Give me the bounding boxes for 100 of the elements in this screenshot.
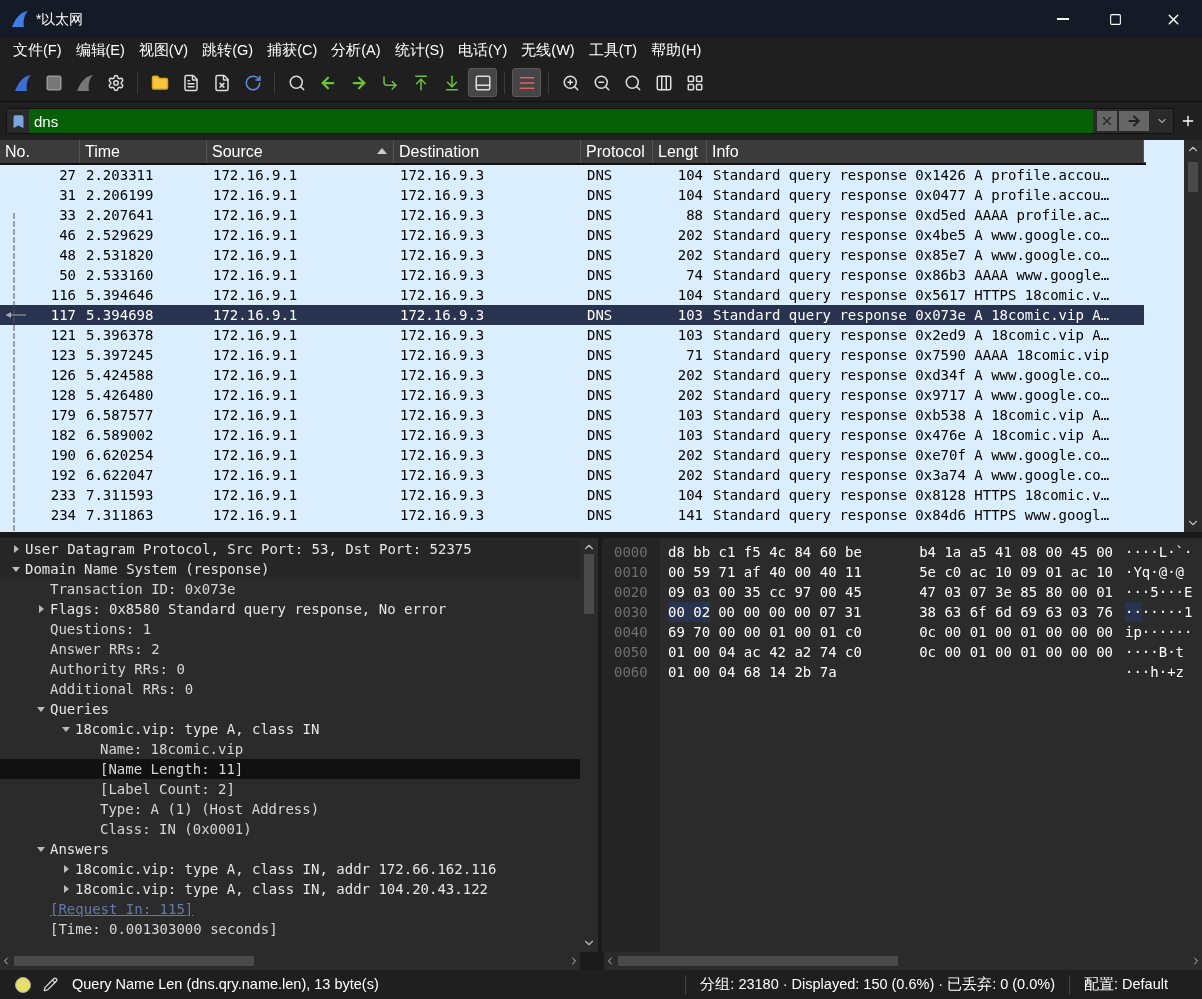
pencil-icon[interactable] [43, 977, 58, 992]
table-cell-text: 172.16.9.1 [212, 505, 299, 525]
highlighted-bytes[interactable]: 00 02 [668, 602, 711, 622]
tree-text[interactable]: 18comic.vip: type A, class IN, addr 172.66.162.116 [75, 858, 497, 880]
column-header[interactable]: Time [80, 140, 207, 163]
menu-item[interactable]: 分析(A) [324, 40, 388, 62]
column-header[interactable]: Protocol [581, 140, 653, 163]
table-cell-text: 172.16.9.1 [212, 365, 299, 385]
column-header[interactable]: Destination [394, 140, 581, 163]
packet-row[interactable]: 123 5.397245 172.16.9.1 172.16.9.3 DNS 71 Standard query response 0x7590 AAAA 18comic.vip [0, 345, 1144, 365]
packet-row[interactable]: 48 2.531820 172.16.9.1 172.16.9.3 DNS 202 Standard query response 0x85e7 A www.google.co… [0, 245, 1144, 265]
tree-text[interactable]: 18comic.vip: type A, class IN [75, 718, 320, 740]
menu-item[interactable]: 帮助(H) [644, 40, 709, 62]
tree-row[interactable]: User Datagram Protocol, Src Port: 53, Dst Port: 52375 [0, 539, 580, 559]
table-cell-text: 172.16.9.1 [212, 185, 299, 205]
packet-row[interactable]: 117 5.394698 172.16.9.1 172.16.9.3 DNS 103 Standard query response 0x073e A 18comic.vip A… [0, 305, 1144, 325]
tree-row[interactable]: Questions: 1 [0, 619, 580, 639]
menu-item[interactable]: 跳转(G) [195, 40, 261, 62]
highlighted-ascii[interactable]: ·· [1125, 602, 1142, 622]
packet-row[interactable]: 50 2.533160 172.16.9.1 172.16.9.3 DNS 74 Standard query response 0x86b3 AAAA www.google… [0, 265, 1144, 285]
column-header[interactable]: Source [207, 140, 394, 163]
table-cell-text: 172.16.9.1 [212, 345, 299, 365]
packet-row[interactable]: 126 5.424588 172.16.9.1 172.16.9.3 DNS 202 Standard query response 0xd34f A www.google.co… [0, 365, 1144, 385]
tree-row[interactable]: Flags: 0x8580 Standard query response, No error [0, 599, 580, 619]
vertical-scrollbar[interactable] [1184, 140, 1202, 532]
tree-row[interactable]: [Time: 0.001303000 seconds] [0, 919, 580, 939]
packet-row[interactable]: 179 6.587577 172.16.9.1 172.16.9.3 DNS 103 Standard query response 0xb538 A 18comic.vip A… [0, 405, 1144, 425]
scroll-thumb[interactable] [14, 956, 254, 966]
menu-item[interactable]: 电话(Y) [450, 40, 515, 62]
tree-text: Questions: 1 [50, 619, 152, 639]
packet-row[interactable]: 33 2.207641 172.16.9.1 172.16.9.3 DNS 88 Standard query response 0xd5ed AAAA profile.ac… [0, 205, 1144, 225]
tree-row[interactable]: Class: IN (0x0001) [0, 819, 580, 839]
menu-item[interactable]: 编辑(E) [68, 40, 132, 62]
tree-text[interactable]: Domain Name System (response) [25, 558, 270, 580]
tree-text: Additional RRs: 0 [50, 679, 194, 699]
tree-text[interactable]: Answers [50, 838, 109, 860]
tree-row[interactable]: Queries [0, 699, 580, 719]
packet-row[interactable]: 182 6.589002 172.16.9.1 172.16.9.3 DNS 103 Standard query response 0x476e A 18comic.vip A… [0, 425, 1144, 445]
tree-text[interactable]: User Datagram Protocol, Src Port: 53, Dst Port: 52375 [25, 538, 472, 560]
tree-row[interactable]: Type: A (1) (Host Address) [0, 799, 580, 819]
packet-row[interactable]: 190 6.620254 172.16.9.1 172.16.9.3 DNS 202 Standard query response 0xe70f A www.google.co… [0, 445, 1144, 465]
menu-item[interactable]: 工具(T) [581, 40, 645, 62]
packet-row[interactable]: 192 6.622047 172.16.9.1 172.16.9.3 DNS 202 Standard query response 0x3a74 A www.google.co… [0, 465, 1144, 485]
colored-lines-button[interactable] [512, 68, 541, 97]
profile-label[interactable]: 配置: Default [1070, 973, 1202, 996]
column-header[interactable]: No. [0, 140, 80, 163]
packet-row[interactable]: 234 7.311863 172.16.9.1 172.16.9.3 DNS 141 Standard query response 0x84d6 HTTPS www.googl… [0, 505, 1144, 525]
table-cell-text: 172.16.9.1 [212, 325, 299, 345]
tree-text[interactable]: Flags: 0x8580 Standard query response, No error [50, 598, 447, 620]
tree-row[interactable]: Transaction ID: 0x073e [0, 579, 580, 599]
packet-row[interactable]: 121 5.396378 172.16.9.1 172.16.9.3 DNS 103 Standard query response 0x2ed9 A 18comic.vip A… [0, 325, 1144, 345]
tree-row[interactable]: Additional RRs: 0 [0, 679, 580, 699]
tree-row[interactable]: Domain Name System (response) [0, 559, 580, 579]
packet-row[interactable]: 233 7.311593 172.16.9.1 172.16.9.3 DNS 104 Standard query response 0x8128 HTTPS 18comic.v… [0, 485, 1144, 505]
column-header[interactable]: Lengt [653, 140, 707, 163]
menu-item[interactable]: 捕获(C) [260, 40, 325, 62]
tree-row[interactable]: Authority RRs: 0 [0, 659, 580, 679]
tree-row[interactable]: Name: 18comic.vip [0, 739, 580, 759]
tree-row[interactable]: 18comic.vip: type A, class IN, addr 104.20.43.122 [0, 879, 580, 899]
table-cell-text: 202 [676, 465, 704, 485]
vertical-scrollbar[interactable] [580, 538, 598, 952]
packet-row[interactable]: 46 2.529629 172.16.9.1 172.16.9.3 DNS 202 Standard query response 0x4be5 A www.google.co… [0, 225, 1144, 245]
table-cell-text: 172.16.9.1 [212, 245, 299, 265]
tree-text[interactable]: 18comic.vip: type A, class IN, addr 104.20.43.122 [75, 878, 488, 900]
tree-row[interactable]: [Name Length: 11] [0, 759, 580, 779]
tree-row[interactable]: 18comic.vip: type A, class IN, addr 172.66.162.116 [0, 859, 580, 879]
horizontal-scrollbar[interactable] [604, 952, 1202, 970]
table-cell-text: 5.424588 [85, 365, 155, 385]
scroll-thumb[interactable] [584, 554, 594, 614]
go-to-icon [380, 73, 399, 92]
tree-text[interactable]: Queries [50, 698, 109, 720]
table-cell-text: 74 [685, 265, 704, 285]
hex-offset: 0030 [613, 603, 649, 622]
packet-row[interactable]: 27 2.203311 172.16.9.1 172.16.9.3 DNS 104 Standard query response 0x1426 A profile.accou… [0, 165, 1144, 185]
packet-row[interactable]: 128 5.426480 172.16.9.1 172.16.9.3 DNS 202 Standard query response 0x9717 A www.google.co… [0, 385, 1144, 405]
expanded-triangle-icon[interactable] [35, 704, 46, 714]
menu-item[interactable]: 文件(F) [6, 40, 69, 62]
add-icon[interactable] [1180, 113, 1196, 129]
scroll-thumb[interactable] [1188, 162, 1198, 192]
table-cell-text: Standard query response 0x073e A 18comic.vip A… [712, 305, 1111, 325]
scroll-thumb[interactable] [618, 956, 898, 966]
menu-item[interactable]: 无线(W) [514, 40, 582, 62]
expanded-triangle-icon[interactable] [60, 724, 71, 734]
tree-row[interactable]: [Label Count: 2] [0, 779, 580, 799]
expanded-triangle-icon[interactable] [10, 564, 21, 574]
menu-item[interactable]: 统计(S) [387, 40, 451, 62]
panel-bottom-button[interactable] [468, 68, 497, 97]
tree-text: [Time: 0.001303000 seconds] [50, 919, 278, 939]
table-cell-text: 103 [676, 405, 704, 425]
packet-row[interactable]: 31 2.206199 172.16.9.1 172.16.9.3 DNS 104 Standard query response 0x0477 A profile.accou… [0, 185, 1144, 205]
packet-row[interactable]: 116 5.394646 172.16.9.1 172.16.9.3 DNS 104 Standard query response 0x5617 HTTPS 18comic.v… [0, 285, 1144, 305]
tree-row[interactable]: 18comic.vip: type A, class IN [0, 719, 580, 739]
packet-counts: 分组: 23180 · Displayed: 150 (0.6%) · 已丢弃: 0 (0.0%) [699, 974, 1056, 994]
expanded-triangle-icon[interactable] [35, 844, 46, 854]
tree-row[interactable]: Answer RRs: 2 [0, 639, 580, 659]
menu-item[interactable]: 视图(V) [131, 40, 196, 62]
tree-text: [Label Count: 2] [100, 779, 235, 799]
horizontal-scrollbar[interactable] [0, 952, 580, 970]
table-cell-text: 172.16.9.1 [212, 165, 299, 185]
tree-row[interactable]: Answers [0, 839, 580, 859]
